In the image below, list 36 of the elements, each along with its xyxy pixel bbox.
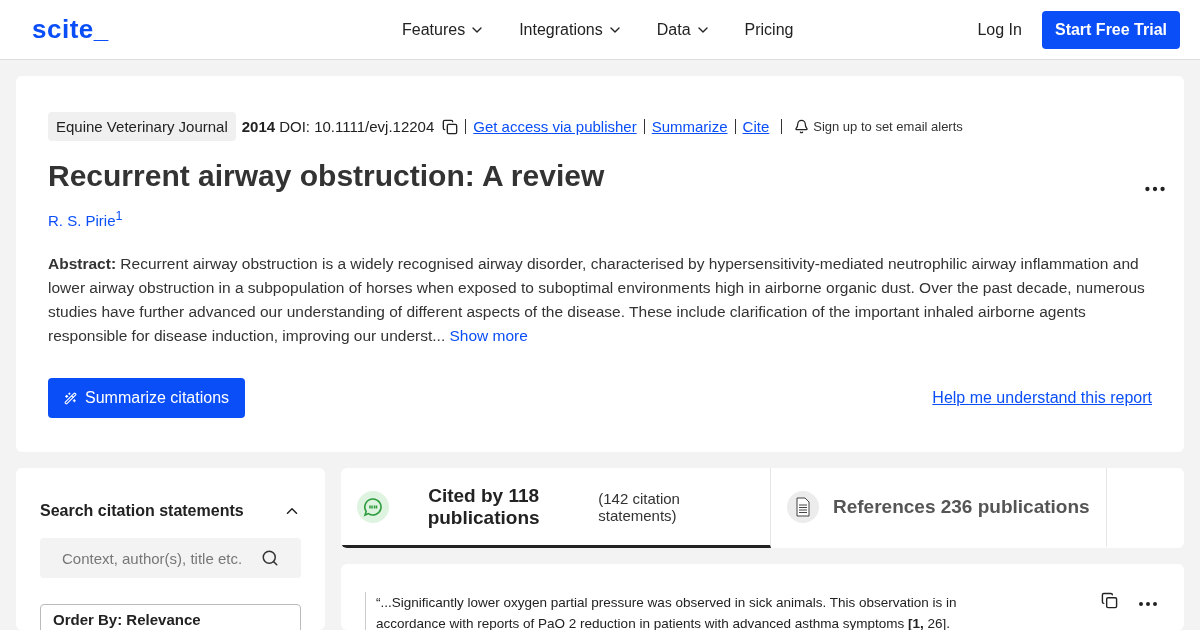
citation-statement: “...Significantly lower oxygen partial pressure was observed in sick animals. This observation is in accordance with reports of PaO 2 reduction in patients with advanced asthma symptoms [1, 26]. xyxy=(365,592,1015,630)
tab-title: References 236 publications xyxy=(833,495,1090,518)
abstract: Abstract: Recurrent airway obstruction is a widely recognised airway disorder, characterised by hypersensitivity-mediated neutrophilic airway inflammation and lower airway obstruction in a subpopulation of horses when exposed to suboptimal environments high in airborne organic dust. Over the past decade, numerous studies have further advanced our understanding of different aspects of the disease. These include clarification of the important inhaled airborne agents responsible for disease induction, improving our underst... Show more xyxy=(48,254,1146,346)
nav-item[interactable]: Data xyxy=(656,20,711,39)
copy-icon[interactable] xyxy=(1101,592,1118,609)
help-link[interactable]: Help me understand this report xyxy=(932,389,1152,407)
header-link[interactable]: Summarize xyxy=(651,118,728,135)
header-link[interactable]: Get access via publisher xyxy=(473,118,637,135)
author-link[interactable]: R. S. Pirie$^{1}$ xyxy=(48,212,123,229)
doi: DOI: 10.1111/evj.12204 xyxy=(279,118,435,135)
copy-icon[interactable] xyxy=(442,118,459,135)
logo[interactable]: scite_ xyxy=(32,14,402,45)
order-select[interactable]: Order By: Relevance xyxy=(40,604,301,630)
nav-item[interactable]: Features xyxy=(402,20,486,39)
magic-wand-icon xyxy=(64,391,77,405)
header-link[interactable]: Cite xyxy=(742,118,770,135)
tab-subtitle: (142 citation statements) xyxy=(598,489,681,524)
show-more-link[interactable]: Show more xyxy=(449,327,528,344)
search-icon[interactable] xyxy=(261,549,279,567)
journal-tag: Equine Veterinary Journal xyxy=(48,112,236,141)
nav-item[interactable]: Integrations xyxy=(519,20,623,39)
nav-item[interactable]: Pricing xyxy=(744,20,794,39)
search-field[interactable]: Context, author(s), title etc. xyxy=(40,538,301,578)
alert-link[interactable]: Sign up to set email alerts xyxy=(813,119,963,134)
tab[interactable]: Cited by 118 publications (142 citation statements) xyxy=(341,468,771,548)
tab-title: Cited by 118 publications xyxy=(426,484,541,529)
tab[interactable]: References 236 publications xyxy=(771,468,1107,548)
bell-icon[interactable] xyxy=(794,119,810,134)
document-icon xyxy=(787,490,819,523)
sidebar-title: Search citation statements xyxy=(40,502,244,520)
paper-title: Recurrent airway obstruction: A review xyxy=(48,159,606,193)
summarize-button[interactable]: Summarize citations xyxy=(48,378,246,418)
login-link[interactable]: Log In xyxy=(977,20,1022,39)
trial-button[interactable]: Start Free Trial xyxy=(1041,10,1180,49)
quote-bubble-icon xyxy=(357,490,389,523)
year: 2014 xyxy=(241,118,276,135)
